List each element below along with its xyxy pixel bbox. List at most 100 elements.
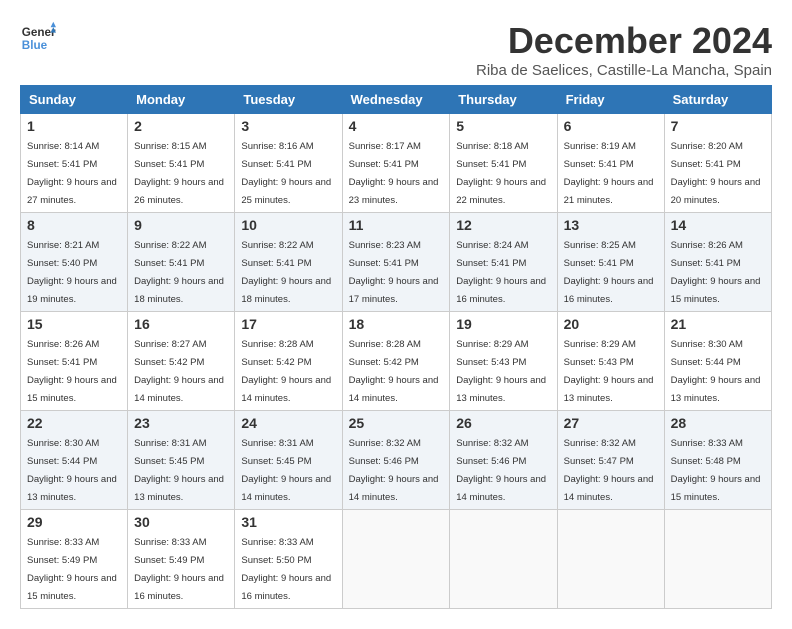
day-cell: 18 Sunrise: 8:28 AMSunset: 5:42 PMDaylig… (342, 312, 450, 411)
day-cell: 21 Sunrise: 8:30 AMSunset: 5:44 PMDaylig… (664, 312, 771, 411)
day-info: Sunrise: 8:16 AMSunset: 5:41 PMDaylight:… (241, 141, 331, 206)
day-info: Sunrise: 8:33 AMSunset: 5:49 PMDaylight:… (27, 537, 117, 602)
day-info: Sunrise: 8:32 AMSunset: 5:46 PMDaylight:… (349, 438, 439, 503)
day-number: 18 (349, 316, 444, 332)
day-number: 23 (134, 415, 228, 431)
day-cell: 27 Sunrise: 8:32 AMSunset: 5:47 PMDaylig… (557, 411, 664, 510)
day-number: 27 (564, 415, 658, 431)
day-info: Sunrise: 8:18 AMSunset: 5:41 PMDaylight:… (456, 141, 546, 206)
day-info: Sunrise: 8:21 AMSunset: 5:40 PMDaylight:… (27, 240, 117, 305)
weekday-header-saturday: Saturday (664, 86, 771, 114)
day-info: Sunrise: 8:22 AMSunset: 5:41 PMDaylight:… (241, 240, 331, 305)
day-cell: 9 Sunrise: 8:22 AMSunset: 5:41 PMDayligh… (128, 213, 235, 312)
day-cell: 24 Sunrise: 8:31 AMSunset: 5:45 PMDaylig… (235, 411, 342, 510)
day-info: Sunrise: 8:23 AMSunset: 5:41 PMDaylight:… (349, 240, 439, 305)
weekday-header-sunday: Sunday (21, 86, 128, 114)
day-cell (664, 510, 771, 609)
day-info: Sunrise: 8:26 AMSunset: 5:41 PMDaylight:… (27, 339, 117, 404)
day-cell: 13 Sunrise: 8:25 AMSunset: 5:41 PMDaylig… (557, 213, 664, 312)
day-info: Sunrise: 8:32 AMSunset: 5:46 PMDaylight:… (456, 438, 546, 503)
day-number: 14 (671, 217, 765, 233)
day-number: 22 (27, 415, 121, 431)
day-cell: 10 Sunrise: 8:22 AMSunset: 5:41 PMDaylig… (235, 213, 342, 312)
day-cell: 5 Sunrise: 8:18 AMSunset: 5:41 PMDayligh… (450, 114, 557, 213)
day-cell: 23 Sunrise: 8:31 AMSunset: 5:45 PMDaylig… (128, 411, 235, 510)
day-info: Sunrise: 8:33 AMSunset: 5:48 PMDaylight:… (671, 438, 761, 503)
week-row-3: 15 Sunrise: 8:26 AMSunset: 5:41 PMDaylig… (21, 312, 772, 411)
day-number: 26 (456, 415, 550, 431)
day-cell: 30 Sunrise: 8:33 AMSunset: 5:49 PMDaylig… (128, 510, 235, 609)
day-cell: 16 Sunrise: 8:27 AMSunset: 5:42 PMDaylig… (128, 312, 235, 411)
day-cell (557, 510, 664, 609)
day-cell: 12 Sunrise: 8:24 AMSunset: 5:41 PMDaylig… (450, 213, 557, 312)
location: Riba de Saelices, Castille-La Mancha, Sp… (476, 62, 772, 79)
day-number: 21 (671, 316, 765, 332)
weekday-header-thursday: Thursday (450, 86, 557, 114)
day-cell: 14 Sunrise: 8:26 AMSunset: 5:41 PMDaylig… (664, 213, 771, 312)
day-cell: 22 Sunrise: 8:30 AMSunset: 5:44 PMDaylig… (21, 411, 128, 510)
weekday-header-wednesday: Wednesday (342, 86, 450, 114)
day-info: Sunrise: 8:29 AMSunset: 5:43 PMDaylight:… (456, 339, 546, 404)
day-number: 7 (671, 118, 765, 134)
day-cell: 3 Sunrise: 8:16 AMSunset: 5:41 PMDayligh… (235, 114, 342, 213)
day-info: Sunrise: 8:14 AMSunset: 5:41 PMDaylight:… (27, 141, 117, 206)
title-section: December 2024 Riba de Saelices, Castille… (476, 20, 772, 79)
day-cell: 15 Sunrise: 8:26 AMSunset: 5:41 PMDaylig… (21, 312, 128, 411)
day-number: 11 (349, 217, 444, 233)
day-cell (342, 510, 450, 609)
day-number: 9 (134, 217, 228, 233)
calendar-table: SundayMondayTuesdayWednesdayThursdayFrid… (20, 85, 772, 609)
day-cell: 19 Sunrise: 8:29 AMSunset: 5:43 PMDaylig… (450, 312, 557, 411)
day-cell: 8 Sunrise: 8:21 AMSunset: 5:40 PMDayligh… (21, 213, 128, 312)
day-cell: 1 Sunrise: 8:14 AMSunset: 5:41 PMDayligh… (21, 114, 128, 213)
day-cell: 17 Sunrise: 8:28 AMSunset: 5:42 PMDaylig… (235, 312, 342, 411)
weekday-header-friday: Friday (557, 86, 664, 114)
day-number: 12 (456, 217, 550, 233)
weekday-header-monday: Monday (128, 86, 235, 114)
day-info: Sunrise: 8:33 AMSunset: 5:50 PMDaylight:… (241, 537, 331, 602)
day-info: Sunrise: 8:27 AMSunset: 5:42 PMDaylight:… (134, 339, 224, 404)
day-info: Sunrise: 8:15 AMSunset: 5:41 PMDaylight:… (134, 141, 224, 206)
day-info: Sunrise: 8:31 AMSunset: 5:45 PMDaylight:… (241, 438, 331, 503)
day-cell: 11 Sunrise: 8:23 AMSunset: 5:41 PMDaylig… (342, 213, 450, 312)
day-cell: 29 Sunrise: 8:33 AMSunset: 5:49 PMDaylig… (21, 510, 128, 609)
day-number: 3 (241, 118, 335, 134)
day-info: Sunrise: 8:19 AMSunset: 5:41 PMDaylight:… (564, 141, 654, 206)
day-info: Sunrise: 8:22 AMSunset: 5:41 PMDaylight:… (134, 240, 224, 305)
day-cell (450, 510, 557, 609)
day-number: 31 (241, 514, 335, 530)
day-info: Sunrise: 8:17 AMSunset: 5:41 PMDaylight:… (349, 141, 439, 206)
day-info: Sunrise: 8:25 AMSunset: 5:41 PMDaylight:… (564, 240, 654, 305)
day-number: 1 (27, 118, 121, 134)
week-row-1: 1 Sunrise: 8:14 AMSunset: 5:41 PMDayligh… (21, 114, 772, 213)
day-info: Sunrise: 8:24 AMSunset: 5:41 PMDaylight:… (456, 240, 546, 305)
day-info: Sunrise: 8:20 AMSunset: 5:41 PMDaylight:… (671, 141, 761, 206)
svg-text:General: General (22, 26, 56, 39)
day-info: Sunrise: 8:30 AMSunset: 5:44 PMDaylight:… (27, 438, 117, 503)
day-cell: 6 Sunrise: 8:19 AMSunset: 5:41 PMDayligh… (557, 114, 664, 213)
day-number: 17 (241, 316, 335, 332)
day-number: 16 (134, 316, 228, 332)
svg-text:Blue: Blue (22, 39, 48, 52)
day-info: Sunrise: 8:32 AMSunset: 5:47 PMDaylight:… (564, 438, 654, 503)
day-number: 10 (241, 217, 335, 233)
day-info: Sunrise: 8:28 AMSunset: 5:42 PMDaylight:… (349, 339, 439, 404)
day-number: 6 (564, 118, 658, 134)
day-cell: 28 Sunrise: 8:33 AMSunset: 5:48 PMDaylig… (664, 411, 771, 510)
day-number: 30 (134, 514, 228, 530)
logo-icon: General Blue (20, 20, 56, 56)
day-info: Sunrise: 8:33 AMSunset: 5:49 PMDaylight:… (134, 537, 224, 602)
page-header: General Blue December 2024 Riba de Saeli… (20, 20, 772, 79)
day-number: 28 (671, 415, 765, 431)
day-info: Sunrise: 8:31 AMSunset: 5:45 PMDaylight:… (134, 438, 224, 503)
day-number: 20 (564, 316, 658, 332)
day-number: 13 (564, 217, 658, 233)
day-info: Sunrise: 8:30 AMSunset: 5:44 PMDaylight:… (671, 339, 761, 404)
day-cell: 25 Sunrise: 8:32 AMSunset: 5:46 PMDaylig… (342, 411, 450, 510)
day-number: 2 (134, 118, 228, 134)
day-number: 5 (456, 118, 550, 134)
day-info: Sunrise: 8:26 AMSunset: 5:41 PMDaylight:… (671, 240, 761, 305)
day-cell: 20 Sunrise: 8:29 AMSunset: 5:43 PMDaylig… (557, 312, 664, 411)
day-number: 29 (27, 514, 121, 530)
month-title: December 2024 (476, 20, 772, 62)
